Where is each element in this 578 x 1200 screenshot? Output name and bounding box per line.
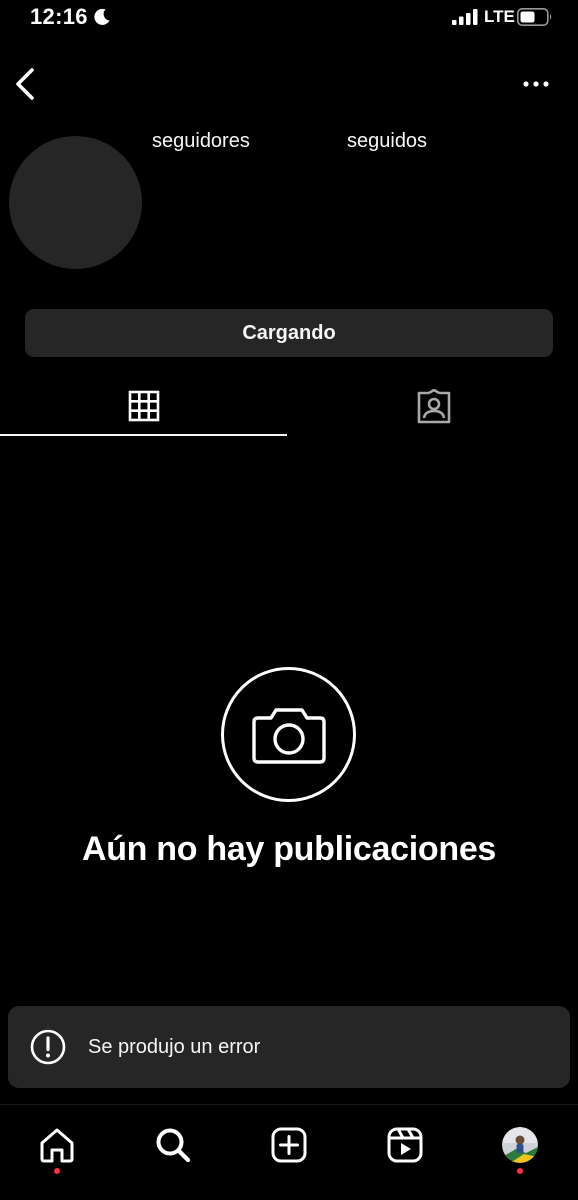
nav-profile[interactable] [496, 1121, 544, 1169]
profile-notification-dot [517, 1168, 523, 1174]
camera-icon [251, 707, 326, 764]
home-icon [40, 1128, 74, 1163]
empty-state-title: Aún no hay publicaciones [81, 830, 497, 868]
network-label: LTE [484, 7, 515, 26]
profile-avatar-placeholder[interactable] [9, 136, 142, 269]
nav-reels[interactable] [381, 1121, 429, 1169]
more-options-button[interactable] [516, 72, 556, 96]
loading-button[interactable]: Cargando [25, 309, 553, 357]
nav-create[interactable] [265, 1121, 313, 1169]
following-label[interactable]: seguidos [347, 130, 427, 153]
camera-circle [221, 667, 356, 802]
search-icon [156, 1128, 191, 1163]
bottom-nav [0, 1104, 578, 1200]
status-bar: 12:16 LTE [0, 0, 578, 40]
tagged-person-icon [417, 389, 450, 424]
reels-icon [387, 1127, 423, 1163]
more-horizontal-icon [523, 81, 549, 87]
create-icon [271, 1127, 307, 1163]
nav-home[interactable] [33, 1121, 81, 1169]
nav-search[interactable] [149, 1121, 197, 1169]
error-toast: Se produjo un error [8, 1006, 570, 1088]
moon-icon [94, 8, 110, 25]
followers-label[interactable]: seguidores [152, 130, 250, 153]
battery-icon [517, 8, 552, 26]
tab-posts-grid[interactable] [0, 378, 287, 436]
error-message: Se produjo un error [88, 1035, 261, 1058]
tab-tagged[interactable] [289, 378, 578, 436]
grid-icon [128, 390, 159, 422]
home-notification-dot [54, 1168, 60, 1174]
signal-icon [452, 9, 478, 25]
back-button[interactable] [8, 64, 42, 104]
alert-circle-icon [30, 1029, 66, 1065]
chevron-left-icon [16, 68, 34, 100]
status-time: 12:16 [30, 4, 88, 29]
profile-avatar-thumbnail [502, 1127, 538, 1163]
